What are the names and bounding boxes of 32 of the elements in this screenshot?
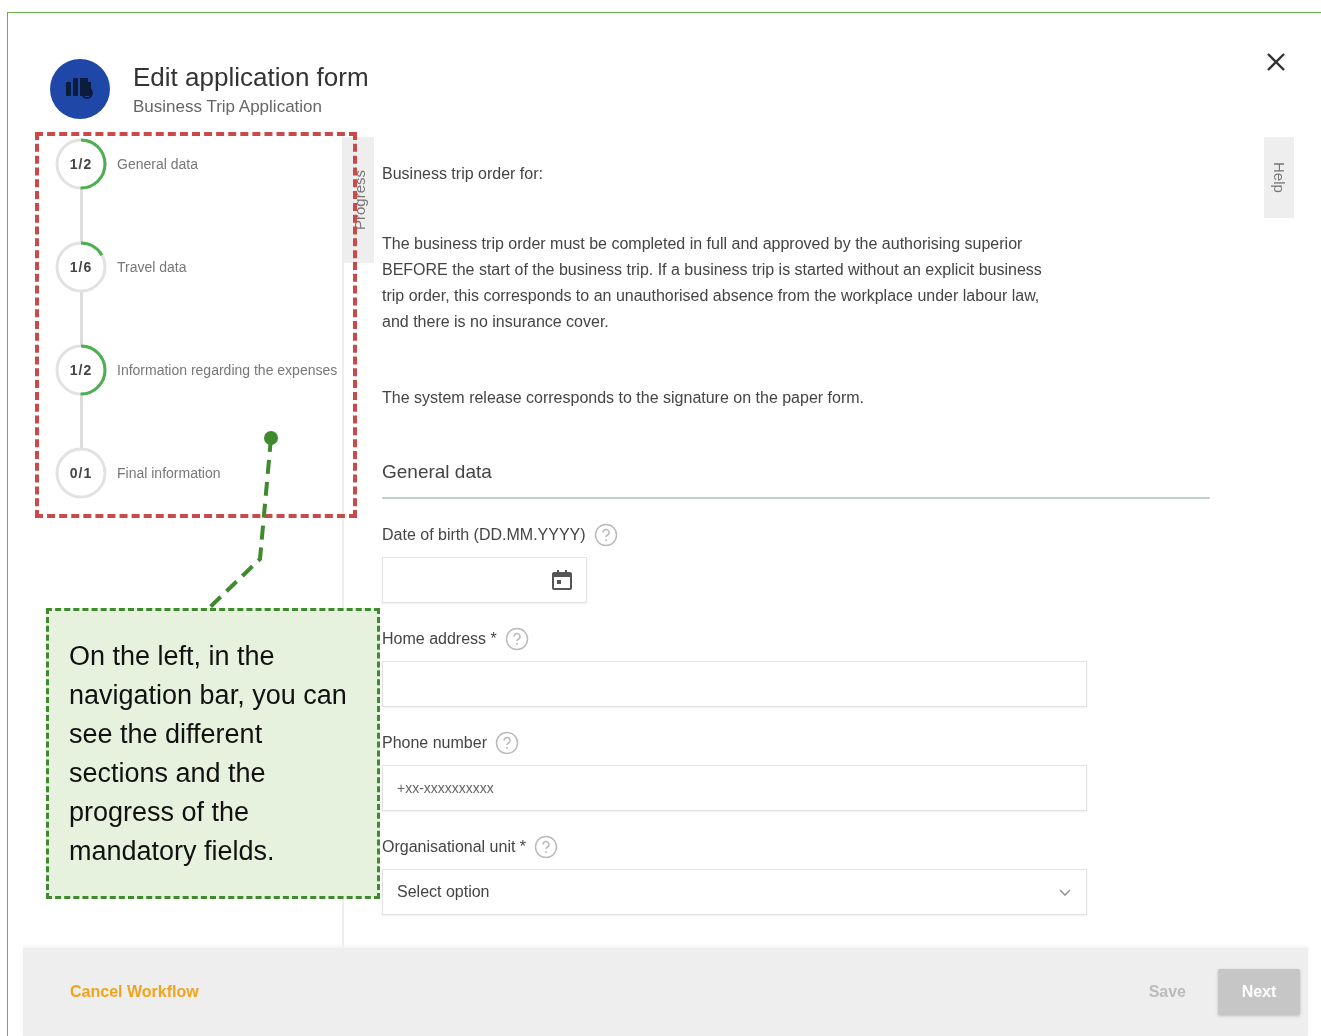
step-count: 0/1 bbox=[69, 465, 93, 481]
dialog-subtitle: Business Trip Application bbox=[133, 97, 323, 117]
step-link[interactable]: Final information bbox=[117, 465, 221, 481]
help-icon[interactable] bbox=[494, 731, 519, 755]
step-link[interactable]: Travel data bbox=[117, 259, 187, 275]
date-field[interactable] bbox=[382, 557, 587, 603]
help-icon[interactable] bbox=[504, 627, 529, 651]
field-label: Date of birth (DD.MM.YYYY) bbox=[382, 526, 586, 544]
help-icon[interactable] bbox=[534, 835, 559, 859]
callout-text: On the left, in the navigation bar, you can see the different sections and the progress of the mandatory fields. bbox=[69, 640, 347, 868]
form-heading: Business trip order for: bbox=[382, 164, 544, 184]
help-icon[interactable] bbox=[593, 523, 618, 547]
step-link[interactable]: Information regarding the expenses bbox=[117, 362, 338, 378]
section-heading: General data bbox=[382, 449, 1210, 499]
field-label: Phone number bbox=[382, 734, 487, 752]
progress-tab[interactable]: Progress bbox=[344, 137, 374, 263]
step-count: 1/2 bbox=[69, 156, 93, 172]
step-count: 1/2 bbox=[69, 362, 93, 378]
input-field[interactable] bbox=[382, 661, 1087, 707]
input-field[interactable]: +xx-xxxxxxxxxx bbox=[382, 765, 1087, 811]
help-tab[interactable]: Help bbox=[1264, 137, 1294, 218]
select-field[interactable]: Select option bbox=[382, 869, 1087, 915]
info-paragraph: The system release corresponds to the signature on the paper form. bbox=[382, 388, 866, 408]
step-link[interactable]: General data bbox=[117, 156, 198, 172]
calendar-icon[interactable] bbox=[550, 568, 574, 592]
close-icon bbox=[1265, 51, 1287, 73]
field-label: Home address * bbox=[382, 630, 497, 648]
chevron-down-icon bbox=[1058, 887, 1072, 897]
step-count: 1/6 bbox=[69, 259, 93, 275]
info-paragraph: The business trip order must be completed in full and approved by the authorising superior BEFORE the start of the business trip. If a business trip is started without an explicit business trip order, this corresponds to an unauthorised absence from the workplace under labour law, and there is no insurance cover. bbox=[382, 234, 1043, 332]
field-label: Organisational unit * bbox=[382, 838, 527, 856]
dialog-title: Edit application form bbox=[133, 61, 369, 93]
